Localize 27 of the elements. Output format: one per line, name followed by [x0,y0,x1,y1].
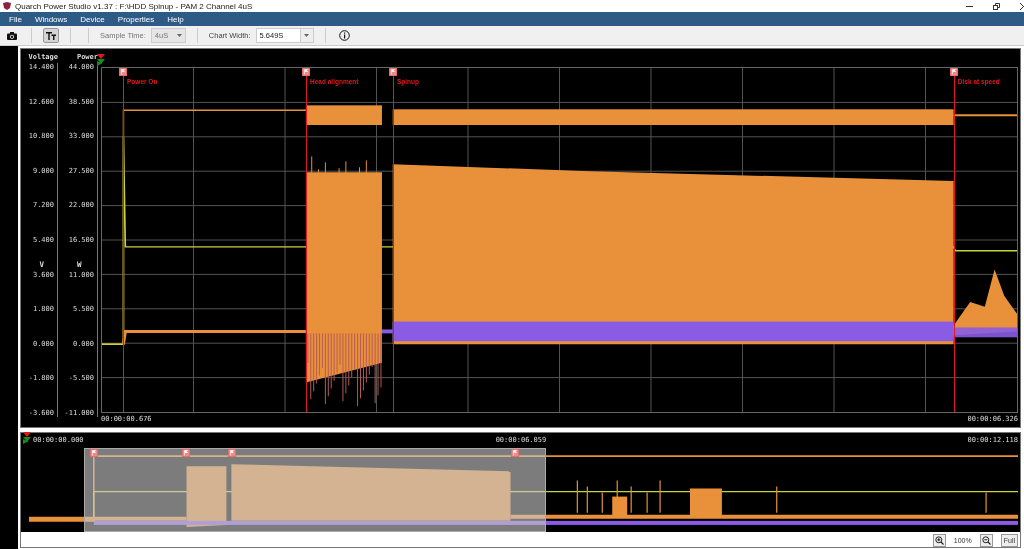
menu-item[interactable]: Windows [34,14,68,24]
close-icon[interactable] [1020,2,1024,10]
window-title: Quarch Power Studio v1.37 : F:\HDD Spinup - PAM 2 Channel 4uS [15,1,253,11]
flag-icon[interactable] [388,68,397,76]
zoom-out-button[interactable] [979,533,993,547]
zoom-in-icon [934,535,944,545]
info-button[interactable] [336,28,353,43]
menu-item[interactable]: File [9,14,22,24]
cursor-icon[interactable] [23,432,31,444]
menu-item[interactable]: Properties [117,14,155,24]
caret-icon [176,34,182,37]
menu-item[interactable]: Device [80,14,105,24]
text-size-icon [46,31,56,40]
app-logo-icon [3,2,11,10]
info-icon [339,30,351,41]
flag-icon[interactable] [949,68,958,76]
minimize-icon[interactable] [966,5,973,7]
cursor-icon[interactable] [97,54,105,66]
flag-icon[interactable] [119,68,128,76]
zoom-out-icon [981,535,991,545]
menu-item[interactable]: Help [167,14,184,24]
camera-icon [7,31,17,40]
caret-icon [304,34,310,37]
flag-icon[interactable] [302,68,311,76]
zoom-in-button[interactable] [932,533,946,547]
text-size-toggle[interactable] [43,28,59,43]
restore-icon[interactable] [993,2,1000,10]
